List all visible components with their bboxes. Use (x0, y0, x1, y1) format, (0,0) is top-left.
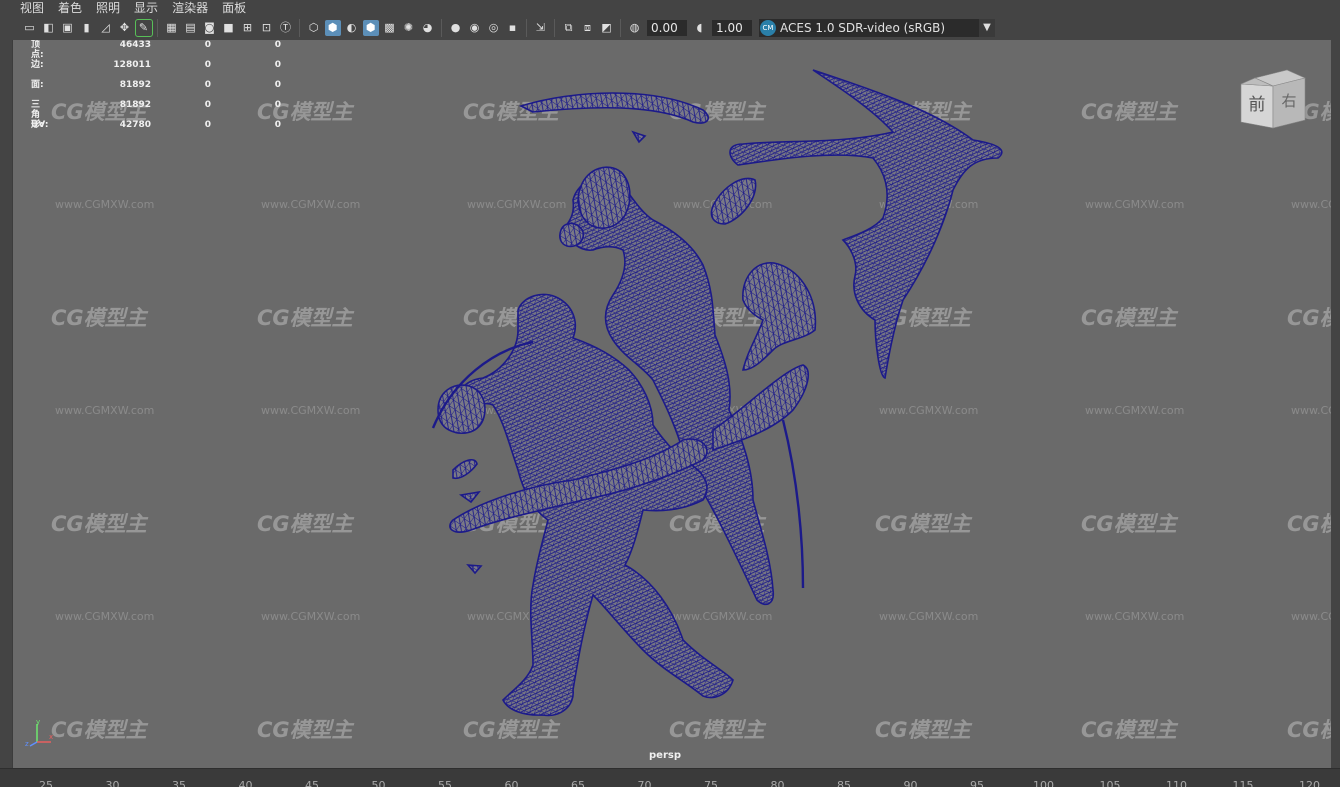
effect-fragment (458, 490, 481, 504)
view-cube-front-label: 前 (1249, 95, 1266, 115)
motion-blur-icon[interactable]: ◉ (467, 20, 483, 36)
effect-fragment (452, 458, 478, 480)
resolution-gate-icon[interactable]: ◙ (202, 20, 218, 36)
screen-space-ao-icon[interactable]: ● (448, 20, 464, 36)
anti-aliasing-icon[interactable]: ◎ (486, 20, 502, 36)
toolbar-separator (441, 19, 442, 37)
menu-item[interactable]: 着色 (51, 0, 89, 16)
gamma-icon[interactable]: ◖ (692, 20, 708, 36)
xray-icon[interactable]: ⧉ (561, 20, 577, 36)
camera-select-icon[interactable]: ▭ (22, 20, 38, 36)
xray-active-components-icon[interactable]: ⧈ (580, 20, 596, 36)
3d-viewport[interactable]: CG模型主CG模型主CG模型主CG模型主CG模型主CG模型主CG模型主CG模型主… (12, 40, 1331, 768)
svg-text:z: z (25, 740, 29, 748)
toolbar-separator (299, 19, 300, 37)
camera-name-label: persp (649, 750, 681, 761)
safe-action-icon[interactable]: ⊡ (259, 20, 275, 36)
smooth-shade-icon[interactable]: ⬢ (324, 20, 341, 36)
hud-value: 128011 (113, 60, 151, 70)
toolbar-separator (620, 19, 621, 37)
hud-label: 面: (31, 80, 44, 90)
menu-item[interactable]: 照明 (89, 0, 127, 16)
field-chart-icon[interactable]: ⊞ (240, 20, 256, 36)
view-transform-label: ACES 1.0 SDR-video (sRGB) (780, 21, 946, 35)
image-plane-icon[interactable]: ◿ (98, 20, 114, 36)
hud-value: 0 (204, 120, 211, 130)
textured-icon[interactable]: ▩ (382, 20, 398, 36)
exposure-field[interactable] (647, 20, 687, 36)
hud-value: 42780 (119, 120, 151, 130)
bookmark-icon[interactable]: ▮ (79, 20, 95, 36)
right-panel-edge (1330, 40, 1340, 768)
depth-of-field-icon[interactable]: ▪ (505, 20, 521, 36)
2d-pan-zoom-icon[interactable]: ✥ (117, 20, 133, 36)
hud-value: 81892 (119, 100, 151, 110)
camera-lock-icon[interactable]: ▣ (60, 20, 76, 36)
hud-value: 46433 (119, 40, 151, 50)
use-all-lights-icon[interactable]: ✺ (401, 20, 417, 36)
effect-streak (518, 92, 709, 124)
hud-label: UV: (31, 120, 49, 130)
wireframe-icon[interactable]: ⬡ (306, 20, 322, 36)
wireframe-model[interactable] (13, 40, 1331, 768)
toolbar-handle (0, 16, 20, 40)
shadows-icon[interactable]: ◕ (420, 20, 436, 36)
panel-menu-bar: 视图 着色 照明 显示 渲染器 面板 (0, 0, 1340, 16)
gate-mask-icon[interactable]: ■ (221, 20, 237, 36)
isolate-select-icon[interactable]: ⇲ (533, 20, 549, 36)
menu-item[interactable]: 渲染器 (165, 0, 215, 16)
axis-gizmo: y x z (25, 718, 53, 748)
toolbar-separator (526, 19, 527, 37)
grid-icon[interactable]: ▦ (164, 20, 180, 36)
safe-title-icon[interactable]: Ⓣ (278, 20, 294, 36)
time-ruler[interactable]: 25 30 35 40 45 50 55 60 65 70 75 80 85 90 95 100 105 110 1… (0, 768, 1340, 787)
effect-fragment (466, 564, 483, 575)
effect-blob (710, 177, 757, 225)
hud-value: 0 (274, 40, 281, 50)
hud-label: 顶点: (31, 40, 44, 60)
toolbar-separator (554, 19, 555, 37)
exposure-icon[interactable]: ◍ (627, 20, 643, 36)
svg-text:x: x (49, 733, 53, 741)
effect-streak (631, 130, 647, 144)
hud-value: 0 (274, 80, 281, 90)
color-management-icon[interactable]: CM (760, 20, 776, 36)
hud-value: 0 (274, 100, 281, 110)
hud-label: 边: (31, 60, 44, 70)
upper-fighter-head (577, 166, 631, 229)
default-material-icon[interactable]: ◐ (344, 20, 360, 36)
hud-value: 0 (204, 60, 211, 70)
menu-item[interactable]: 面板 (215, 0, 253, 16)
hud-value: 0 (204, 80, 211, 90)
hud-value: 0 (274, 60, 281, 70)
chevron-down-icon[interactable]: ▼ (979, 19, 995, 37)
hud-value: 0 (204, 100, 211, 110)
menu-item[interactable]: 视图 (0, 0, 51, 16)
panel-toolbar: ▭ ◧ ▣ ▮ ◿ ✥ ✎ ▦ ▤ ◙ ■ ⊞ ⊡ Ⓣ ⬡ ⬢ ◐ ⬢ ▩ ✺ … (0, 16, 1340, 40)
effect-blade (781, 419, 805, 589)
wireframe-on-shaded-icon[interactable]: ⬢ (362, 20, 379, 36)
effect-swirl (741, 262, 817, 371)
view-cube-right-label: 右 (1281, 92, 1296, 110)
left-panel-edge (0, 40, 12, 768)
film-gate-icon[interactable]: ▤ (183, 20, 199, 36)
menu-item[interactable]: 显示 (127, 0, 165, 16)
xray-joints-icon[interactable]: ◩ (599, 20, 615, 36)
gamma-field[interactable] (712, 20, 752, 36)
svg-text:y: y (36, 718, 40, 726)
view-cube[interactable]: 前 右 (1239, 68, 1309, 130)
hud-value: 81892 (119, 80, 151, 90)
hud-value: 0 (204, 40, 211, 50)
grease-pencil-icon[interactable]: ✎ (134, 19, 153, 37)
energy-ball (437, 384, 486, 434)
toolbar-separator (157, 19, 158, 37)
hud-value: 0 (274, 120, 281, 130)
view-transform-dropdown[interactable]: CM ACES 1.0 SDR-video (sRGB) ▼ (759, 19, 995, 37)
camera-attributes-icon[interactable]: ◧ (41, 20, 57, 36)
upper-fighter-fist (559, 222, 585, 248)
